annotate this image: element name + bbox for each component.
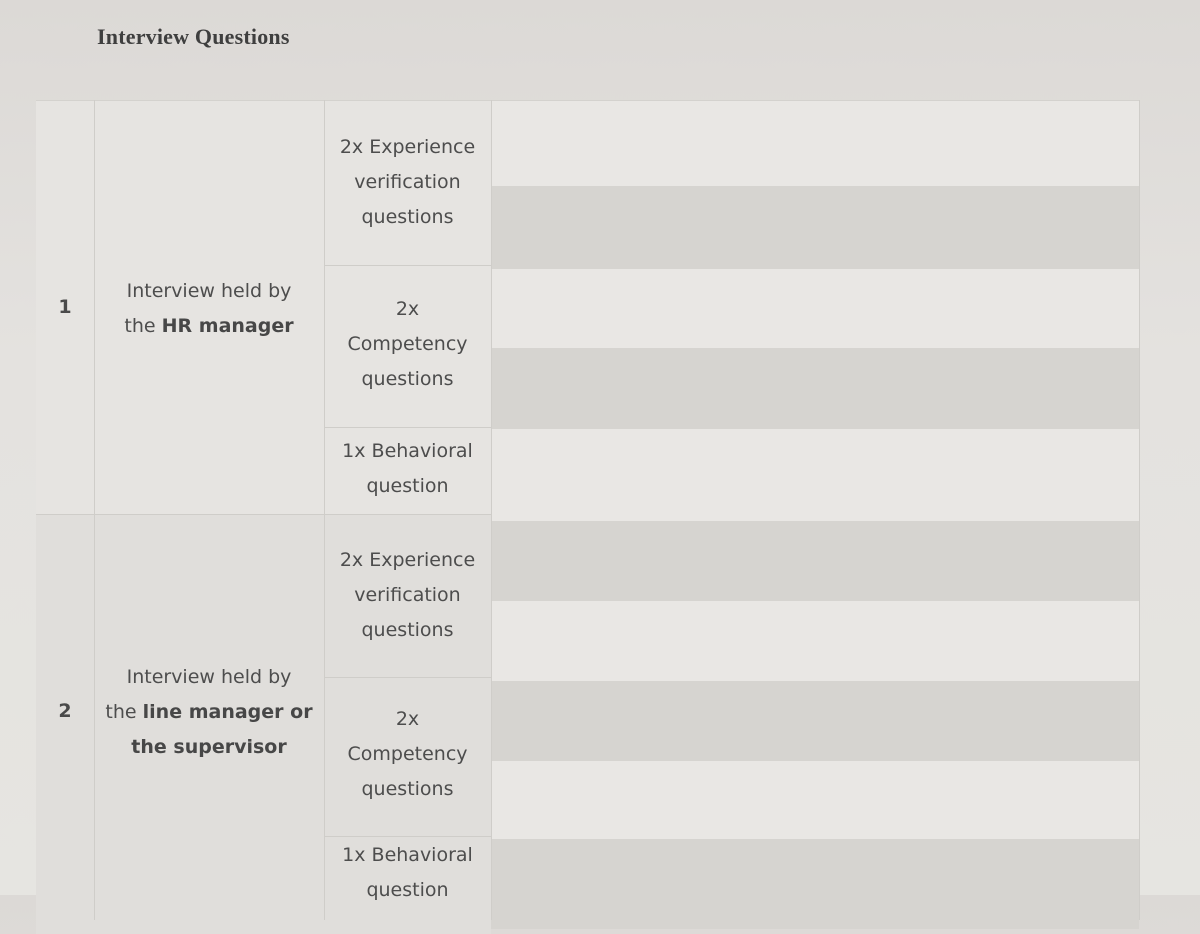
- question-type-cell: 2x Experience verification questions: [324, 543, 491, 648]
- column-number: [36, 100, 95, 920]
- interviewer-role: HR manager: [161, 315, 294, 337]
- question-line: verification: [354, 171, 461, 193]
- question-line: 2x: [395, 708, 420, 730]
- question-line: Competency: [347, 743, 468, 765]
- question-line: questions: [361, 206, 454, 228]
- document-title: Interview Questions: [97, 24, 290, 49]
- interviewer-prefix: Interview held by: [126, 666, 292, 688]
- column-interviewer: [94, 100, 325, 920]
- column-answers: [491, 100, 1140, 920]
- question-line: verification: [354, 584, 461, 606]
- interviewer-role-alt: the supervisor: [131, 736, 287, 758]
- question-line: 2x: [395, 298, 420, 320]
- interviewer-plain: the: [105, 701, 143, 723]
- interview-questions-table: 1 Interview held by the HR manager 2x Ex…: [36, 100, 1140, 934]
- interviewer-prefix: Interview held by: [126, 280, 292, 302]
- question-type-cell: 2x Experience verification questions: [324, 130, 491, 235]
- question-type-cell: 2x Competency questions: [324, 702, 491, 807]
- cell-divider: [324, 265, 491, 266]
- cell-divider: [324, 427, 491, 428]
- question-type-cell: 2x Competency questions: [324, 292, 491, 397]
- question-line: questions: [361, 368, 454, 390]
- question-line: 1x Behavioral: [342, 440, 473, 462]
- question-line: 2x Experience: [339, 549, 476, 571]
- interviewer-role: line manager or: [142, 701, 313, 723]
- row-divider: [36, 514, 491, 515]
- cell-divider: [324, 836, 491, 837]
- interviewer-cell: Interview held by the line manager or th…: [94, 660, 324, 765]
- row-number: 1: [58, 296, 72, 318]
- interviewer-cell: Interview held by the HR manager: [94, 274, 324, 344]
- question-line: questions: [361, 778, 454, 800]
- interviewer-plain: the: [124, 315, 162, 337]
- question-line: 2x Experience: [339, 136, 476, 158]
- question-line: question: [366, 879, 449, 901]
- question-type-cell: 1x Behavioral question: [324, 434, 491, 504]
- question-line: questions: [361, 619, 454, 641]
- row-number: 2: [58, 700, 72, 722]
- question-line: question: [366, 475, 449, 497]
- question-line: 1x Behavioral: [342, 844, 473, 866]
- question-line: Competency: [347, 333, 468, 355]
- cell-divider: [324, 677, 491, 678]
- question-type-cell: 1x Behavioral question: [324, 838, 491, 908]
